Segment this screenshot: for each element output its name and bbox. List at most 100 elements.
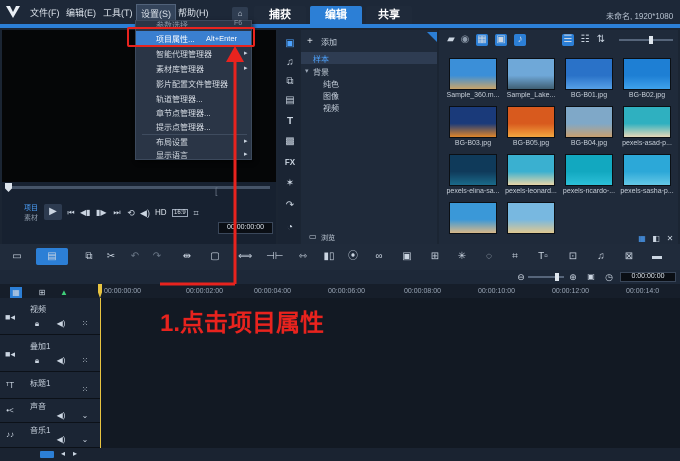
panel-pin-icon[interactable]	[427, 32, 437, 42]
timeline-view-button[interactable]: ▤	[36, 248, 68, 265]
expand-icon[interactable]: ⌄	[80, 434, 90, 446]
grid-view-icon[interactable]: ☷	[579, 34, 591, 46]
scroll-left-icon[interactable]: ◂	[58, 448, 68, 460]
media-thumbnail[interactable]	[449, 106, 497, 138]
list-view-icon[interactable]: ☰	[562, 34, 574, 46]
audio-mixer-icon[interactable]: ▮▯	[322, 251, 336, 263]
camera-icon[interactable]: ⊠	[622, 251, 636, 263]
tree-item-root[interactable]: 样本	[301, 52, 437, 64]
multi-cam-icon[interactable]: ⊞	[428, 251, 442, 263]
sound-fx-icon[interactable]: ♫	[594, 251, 608, 263]
motion-tracking-icon[interactable]: ⦿	[346, 251, 360, 263]
crop-fx-icon[interactable]: ⊡	[566, 251, 580, 263]
go-end-icon[interactable]: ⏭	[112, 207, 122, 219]
track-voice[interactable]: •˂ 声音 ◀) ⌄	[0, 399, 100, 423]
mute-icon[interactable]: ◀)	[56, 318, 66, 330]
home-button[interactable]: ⌂	[232, 7, 248, 21]
subtitle-icon[interactable]: ▣	[400, 251, 414, 263]
go-start-icon[interactable]: ⏮	[66, 207, 76, 219]
color-grading-icon[interactable]: ◌	[482, 251, 496, 263]
repeat-icon[interactable]: ⟲	[126, 207, 136, 219]
media-thumbnail[interactable]	[623, 106, 671, 138]
browse-icon[interactable]: ▭	[309, 232, 317, 241]
filter-photo-icon[interactable]: ▣	[495, 34, 507, 46]
add-folder-label[interactable]: 添加	[321, 37, 337, 48]
ripple-edit-icon[interactable]: ⁙	[80, 355, 90, 367]
mute-icon[interactable]: ◀)	[56, 434, 66, 446]
step-back-icon[interactable]: ◀▮	[80, 207, 91, 219]
media-thumbnail[interactable]	[507, 154, 555, 186]
media-thumbnail[interactable]	[507, 58, 555, 90]
menu-tools[interactable]: 工具(T)	[103, 6, 133, 19]
play-button[interactable]: ▶	[44, 204, 62, 220]
zoom-handle[interactable]	[555, 273, 559, 281]
import-folder-icon[interactable]: ▰	[445, 34, 457, 46]
tree-expand-icon[interactable]: ▾	[305, 67, 309, 75]
undo-icon[interactable]: ↶	[128, 251, 142, 263]
ripple-edit-icon[interactable]: ⁙	[80, 318, 90, 330]
tab-edit[interactable]: 编辑	[310, 6, 362, 24]
path-icon[interactable]: ↷	[283, 200, 297, 211]
clock-icon[interactable]: ◷	[604, 271, 614, 283]
trim-icon[interactable]: ⊣⊢	[266, 251, 283, 263]
clip-mode-label[interactable]: 素材	[24, 213, 38, 223]
media-thumbnail[interactable]	[623, 58, 671, 90]
stabilize-icon[interactable]: ⌗	[508, 251, 522, 263]
scroll-indicator[interactable]	[40, 451, 54, 458]
mask-icon[interactable]: ✳	[455, 251, 469, 263]
record-icon[interactable]: ◉	[459, 34, 471, 46]
tools-icon[interactable]: ✂	[104, 251, 118, 263]
tab-capture[interactable]: 捕获	[254, 6, 306, 24]
track-title[interactable]: ᵀT 标题1 ⁙	[0, 372, 100, 399]
media-thumbnail[interactable]	[565, 154, 613, 186]
lock-icon[interactable]: 🔒︎	[32, 318, 42, 330]
copy-icon[interactable]: ⧉	[82, 251, 96, 263]
track-overlay[interactable]: ■◂ 叠加1 🔒︎ ◀) ⁙	[0, 335, 100, 372]
zoom-out-icon[interactable]: ⊖	[516, 271, 526, 283]
media-thumbnail[interactable]	[449, 202, 497, 234]
graphics-icon[interactable]: ▩	[283, 136, 297, 147]
sort-icon[interactable]: ⇅	[595, 34, 607, 46]
browse-label[interactable]: 浏览	[321, 233, 335, 243]
tree-item-color[interactable]: 纯色	[323, 79, 339, 90]
lock-icon[interactable]: 🔒︎	[32, 355, 42, 367]
media-thumbnail[interactable]	[623, 154, 671, 186]
thumb-size-slider[interactable]	[619, 39, 673, 41]
split-audio-icon[interactable]: ⇿	[296, 251, 310, 263]
menu-help[interactable]: 帮助(H)	[178, 6, 209, 19]
ripple-edit-icon[interactable]: ⁙	[80, 384, 90, 396]
title-icon[interactable]: T	[283, 116, 297, 127]
zoom-timecode[interactable]: 0:00:00:00	[620, 272, 676, 282]
tree-item-background[interactable]: 背景	[313, 67, 329, 78]
media-thumbnail[interactable]	[449, 154, 497, 186]
speed-icon[interactable]: ◔	[283, 222, 297, 233]
menu-edit[interactable]: 编辑(E)	[66, 6, 96, 19]
expand-icon[interactable]: ⌄	[80, 410, 90, 422]
zoom-in-icon[interactable]: ⊕	[568, 271, 578, 283]
media-thumbnail[interactable]	[565, 106, 613, 138]
instant-project-icon[interactable]: ♫	[283, 57, 297, 68]
menu-file[interactable]: 文件(F)	[30, 6, 60, 19]
project-mode-label[interactable]: 项目	[24, 203, 38, 213]
scrubber-handle[interactable]	[5, 183, 12, 192]
media-thumbnail[interactable]	[565, 58, 613, 90]
add-icon[interactable]: +	[307, 36, 313, 47]
transition-icon[interactable]: ⧉	[283, 76, 297, 87]
tree-item-image[interactable]: 图像	[323, 91, 339, 102]
storyboard-view-icon[interactable]: ▭	[10, 251, 24, 263]
media-thumbnail[interactable]	[449, 58, 497, 90]
step-forward-icon[interactable]: ▮▶	[96, 207, 107, 219]
motion-icon[interactable]: ✶	[283, 178, 297, 189]
mute-icon[interactable]: ◀)	[56, 410, 66, 422]
media-icon[interactable]: ▣	[283, 38, 297, 49]
scroll-right-icon[interactable]: ▸	[70, 448, 80, 460]
volume-icon[interactable]: ◀)	[140, 207, 150, 219]
thumb-size-handle[interactable]	[649, 36, 653, 44]
link-icon[interactable]: ∞	[372, 251, 386, 263]
template-icon[interactable]: ▤	[283, 95, 297, 106]
fx-icon[interactable]: FX	[283, 158, 297, 167]
mute-icon[interactable]: ◀)	[56, 355, 66, 367]
fit-project-icon[interactable]: ▣	[586, 271, 596, 283]
filter-audio-icon[interactable]: ♪	[514, 34, 526, 46]
filter-video-icon[interactable]: ▦	[476, 34, 488, 46]
